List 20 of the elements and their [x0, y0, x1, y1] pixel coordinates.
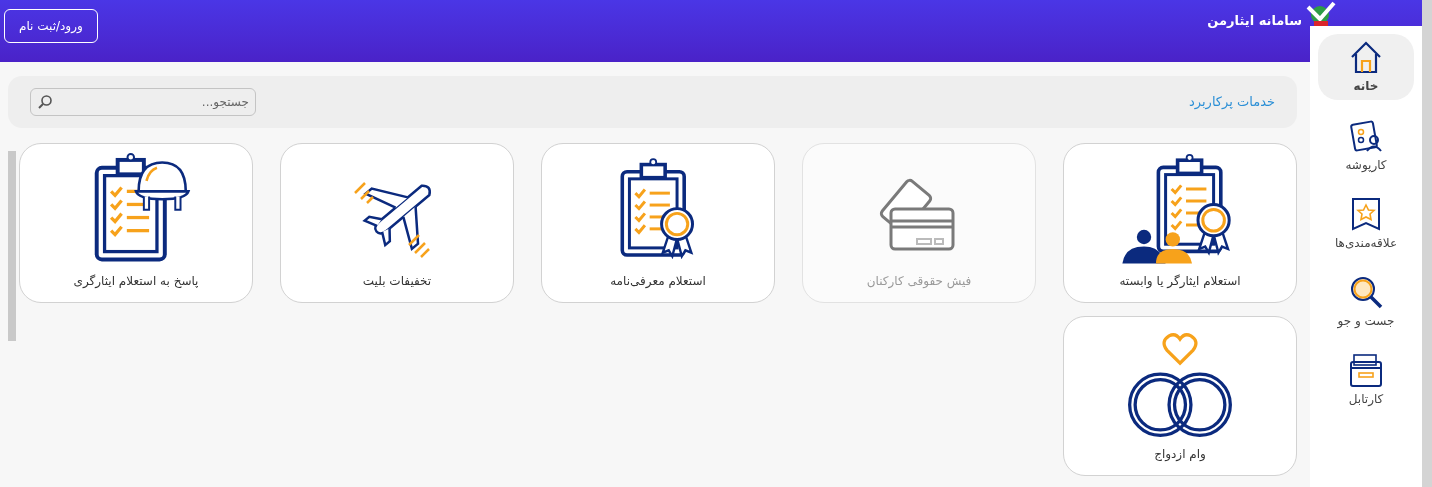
- service-card[interactable]: استعلام معرفی‌نامه: [541, 143, 775, 303]
- magnifier-icon: [1348, 274, 1384, 310]
- search-field[interactable]: جستجو...: [30, 88, 256, 116]
- site-title: سامانه ایثارمن: [1207, 12, 1302, 31]
- sidebar-item[interactable]: کارتابل: [1318, 348, 1414, 412]
- sidebar-item[interactable]: علاقه‌مندی‌ها: [1318, 192, 1414, 256]
- id-card-icon: [1348, 118, 1384, 154]
- sidebar-item[interactable]: جست و جو: [1318, 270, 1414, 334]
- service-card[interactable]: تخفیفات بلیت: [280, 143, 514, 303]
- scrollbar[interactable]: [8, 151, 16, 341]
- service-card[interactable]: استعلام ایثارگر یا وابسته: [1063, 143, 1297, 303]
- service-card[interactable]: وام ازدواج: [1063, 316, 1297, 476]
- search-icon: [37, 94, 53, 110]
- page-scrollbar[interactable]: [1422, 0, 1432, 487]
- sidebar-item[interactable]: کارپوشه: [1318, 114, 1414, 178]
- login-button[interactable]: ورود/ثبت نام: [4, 9, 98, 43]
- file-box-icon: [1348, 352, 1384, 388]
- service-card[interactable]: پاسخ به استعلام ایثارگری: [19, 143, 253, 303]
- sidebar-item[interactable]: خانه: [1318, 34, 1414, 100]
- services-title: خدمات پرکاربرد: [1189, 93, 1275, 112]
